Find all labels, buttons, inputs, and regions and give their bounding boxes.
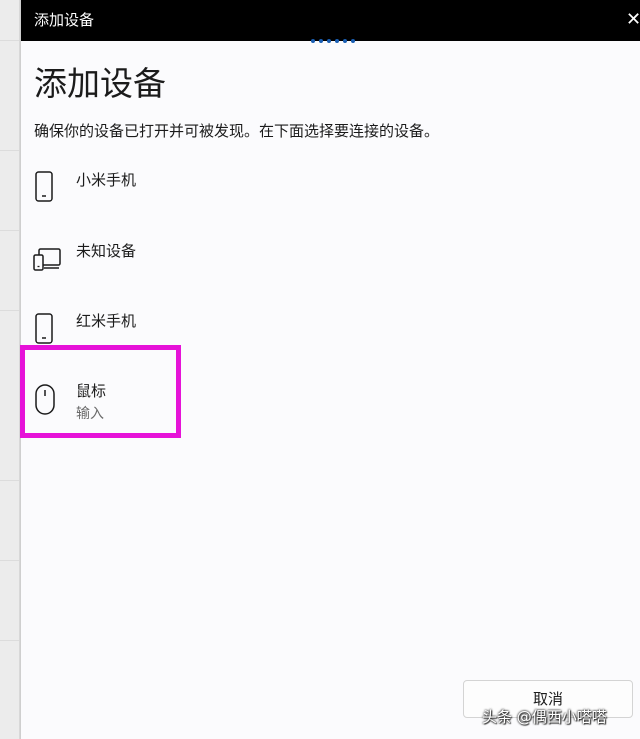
device-item-unknown-device[interactable]: 未知设备 [21, 230, 621, 290]
background-divider [0, 230, 19, 231]
device-item-xiaomi-phone[interactable]: 小米手机 [21, 158, 621, 218]
device-name: 未知设备 [76, 242, 137, 260]
background-divider [0, 150, 19, 151]
background-divider [0, 310, 19, 311]
title-bar: 添加设备 ✕ [21, 0, 640, 41]
background-divider [0, 640, 19, 641]
watermark: 头条 @偶西小嗒嗒 [482, 708, 607, 726]
devices-icon [33, 246, 63, 276]
progress-dot [335, 39, 339, 43]
background-divider [0, 560, 19, 561]
window-title: 添加设备 [34, 11, 95, 29]
scanning-progress-indicator [311, 39, 357, 47]
progress-dot [351, 39, 355, 43]
progress-dot [311, 39, 315, 43]
page-title: 添加设备 [34, 64, 166, 103]
background-window-edge [0, 0, 20, 739]
device-name: 小米手机 [76, 171, 137, 189]
background-divider [0, 480, 19, 481]
device-name: 红米手机 [76, 312, 137, 330]
instruction-text: 确保你的设备已打开并可被发现。在下面选择要连接的设备。 [34, 122, 440, 140]
progress-dot [343, 39, 347, 43]
close-icon[interactable]: ✕ [626, 6, 640, 34]
annotation-highlight-box [20, 345, 181, 438]
background-divider [0, 40, 19, 41]
progress-dot [319, 39, 323, 43]
progress-dot [327, 39, 331, 43]
phone-icon [33, 170, 55, 208]
